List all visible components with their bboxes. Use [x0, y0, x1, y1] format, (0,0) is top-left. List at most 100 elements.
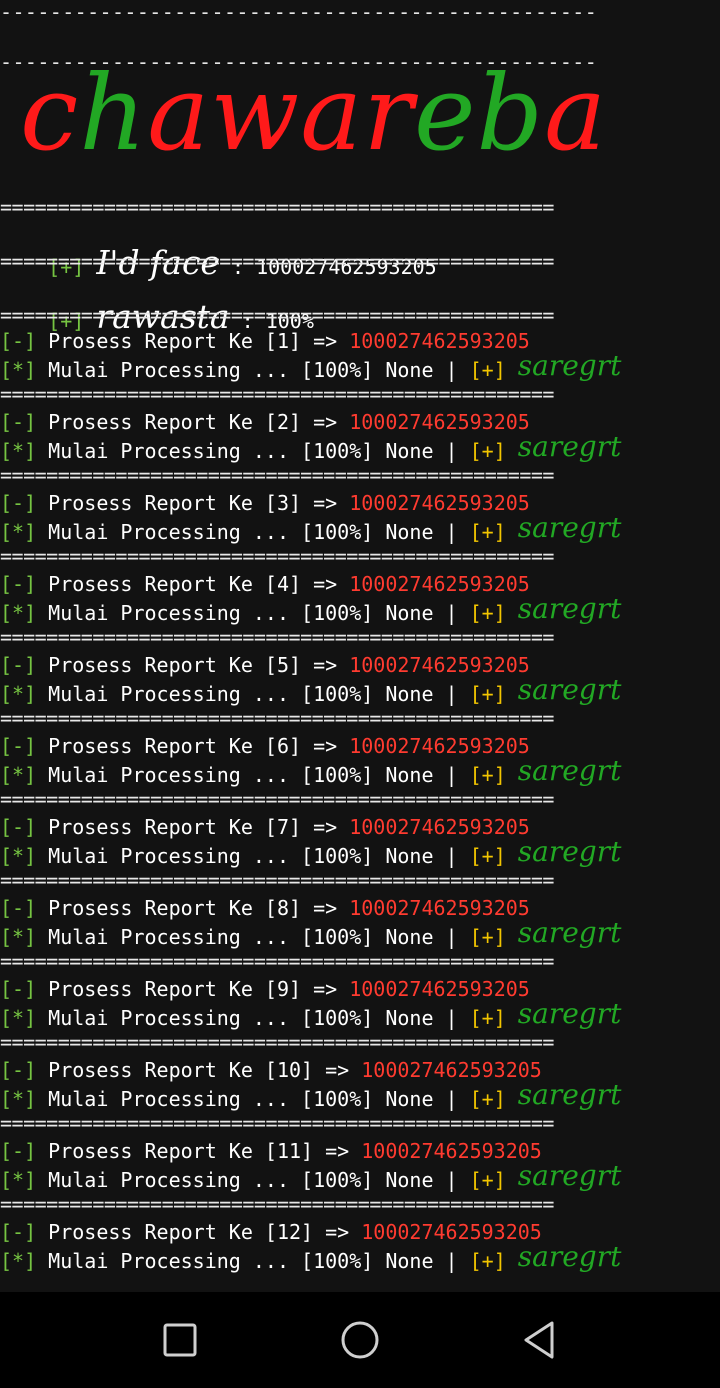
status-text: Mulai Processing ... [100%] None | — [36, 682, 470, 706]
ascii-banner: chawareba — [20, 58, 607, 168]
report-status-line: [*] Mulai Processing ... [100%] None | [… — [0, 595, 621, 626]
signature-text: saregrt — [517, 835, 622, 868]
report-status-line: [*] Mulai Processing ... [100%] None | [… — [0, 433, 621, 464]
status-prefix: [*] — [0, 1249, 37, 1273]
report-target-id: 100027462593205 — [349, 977, 530, 1001]
status-prefix: [*] — [0, 925, 37, 949]
status-prefix: [*] — [0, 1168, 37, 1192]
report-prefix: [-] — [0, 977, 37, 1001]
report-target-id: 100027462593205 — [349, 491, 530, 515]
equals-separator: ========================================… — [0, 954, 554, 968]
equals-separator: ========================================… — [0, 792, 554, 806]
status-plus: [+] — [469, 439, 506, 463]
status-text: Mulai Processing ... [100%] None | — [36, 1249, 470, 1273]
status-plus: [+] — [469, 601, 506, 625]
status-prefix: [*] — [0, 601, 37, 625]
report-text: Prosess Report Ke [3] => — [36, 491, 350, 515]
report-prefix: [-] — [0, 815, 37, 839]
report-target-id: 100027462593205 — [349, 734, 530, 758]
report-target-id: 100027462593205 — [361, 1220, 542, 1244]
report-process-line: [-] Prosess Report Ke [9] => 10002746259… — [0, 977, 530, 1001]
report-text: Prosess Report Ke [2] => — [36, 410, 350, 434]
report-process-line: [-] Prosess Report Ke [2] => 10002746259… — [0, 410, 530, 434]
report-status-line: [*] Mulai Processing ... [100%] None | [… — [0, 1162, 621, 1193]
status-plus: [+] — [469, 358, 506, 382]
signature-text: saregrt — [517, 673, 622, 706]
dash-separator: ----------------------------------------… — [0, 0, 598, 24]
report-process-line: [-] Prosess Report Ke [4] => 10002746259… — [0, 572, 530, 596]
signature-text: saregrt — [517, 592, 622, 625]
report-text: Prosess Report Ke [7] => — [36, 815, 350, 839]
report-prefix: [-] — [0, 896, 37, 920]
report-text: Prosess Report Ke [6] => — [36, 734, 350, 758]
status-text: Mulai Processing ... [100%] None | — [36, 439, 470, 463]
back-button[interactable] — [514, 1314, 566, 1366]
equals-separator: ========================================… — [0, 308, 554, 322]
signature-text: saregrt — [517, 1078, 622, 1111]
status-text: Mulai Processing ... [100%] None | — [36, 763, 470, 787]
report-process-line: [-] Prosess Report Ke [5] => 10002746259… — [0, 653, 530, 677]
report-target-id: 100027462593205 — [349, 896, 530, 920]
report-prefix: [-] — [0, 653, 37, 677]
circle-icon — [341, 1321, 379, 1359]
status-text: Mulai Processing ... [100%] None | — [36, 358, 470, 382]
status-prefix: [*] — [0, 844, 37, 868]
report-text: Prosess Report Ke [1] => — [36, 329, 350, 353]
report-text: Prosess Report Ke [11] => — [36, 1139, 362, 1163]
android-navigation-bar — [0, 1292, 720, 1388]
equals-separator: ========================================… — [0, 200, 554, 214]
signature-text: saregrt — [517, 1159, 622, 1192]
report-status-line: [*] Mulai Processing ... [100%] None | [… — [0, 352, 621, 383]
report-prefix: [-] — [0, 1139, 37, 1163]
banner-part: awar — [147, 52, 414, 174]
recents-button[interactable] — [154, 1314, 206, 1366]
report-process-line: [-] Prosess Report Ke [12] => 1000274625… — [0, 1220, 542, 1244]
equals-separator: ========================================… — [0, 387, 554, 401]
status-plus: [+] — [469, 763, 506, 787]
report-target-id: 100027462593205 — [361, 1058, 542, 1082]
report-status-line: [*] Mulai Processing ... [100%] None | [… — [0, 514, 621, 545]
report-process-line: [-] Prosess Report Ke [6] => 10002746259… — [0, 734, 530, 758]
status-plus: [+] — [469, 1006, 506, 1030]
home-button[interactable] — [334, 1314, 386, 1366]
report-process-line: [-] Prosess Report Ke [10] => 1000274625… — [0, 1058, 542, 1082]
report-prefix: [-] — [0, 572, 37, 596]
status-plus: [+] — [469, 520, 506, 544]
signature-text: saregrt — [517, 916, 622, 949]
report-text: Prosess Report Ke [9] => — [36, 977, 350, 1001]
equals-separator: ========================================… — [0, 630, 554, 644]
status-text: Mulai Processing ... [100%] None | — [36, 925, 470, 949]
report-text: Prosess Report Ke [12] => — [36, 1220, 362, 1244]
status-text: Mulai Processing ... [100%] None | — [36, 1087, 470, 1111]
report-target-id: 100027462593205 — [349, 653, 530, 677]
status-prefix: [*] — [0, 1087, 37, 1111]
banner-part: a — [544, 52, 608, 174]
report-process-line: [-] Prosess Report Ke [3] => 10002746259… — [0, 491, 530, 515]
status-text: Mulai Processing ... [100%] None | — [36, 520, 470, 544]
signature-text: saregrt — [517, 349, 622, 382]
status-plus: [+] — [469, 682, 506, 706]
equals-separator: ========================================… — [0, 468, 554, 482]
report-prefix: [-] — [0, 491, 37, 515]
status-prefix: [*] — [0, 520, 37, 544]
status-prefix: [*] — [0, 358, 37, 382]
report-text: Prosess Report Ke [5] => — [36, 653, 350, 677]
report-target-id: 100027462593205 — [349, 572, 530, 596]
report-prefix: [-] — [0, 1058, 37, 1082]
report-text: Prosess Report Ke [10] => — [36, 1058, 362, 1082]
report-text: Prosess Report Ke [4] => — [36, 572, 350, 596]
report-process-line: [-] Prosess Report Ke [11] => 1000274625… — [0, 1139, 542, 1163]
banner-part: eb — [413, 52, 545, 174]
status-plus: [+] — [469, 1087, 506, 1111]
status-text: Mulai Processing ... [100%] None | — [36, 1006, 470, 1030]
report-status-line: [*] Mulai Processing ... [100%] None | [… — [0, 1000, 621, 1031]
equals-separator: ========================================… — [0, 711, 554, 725]
report-text: Prosess Report Ke [8] => — [36, 896, 350, 920]
status-text: Mulai Processing ... [100%] None | — [36, 844, 470, 868]
report-prefix: [-] — [0, 1220, 37, 1244]
status-plus: [+] — [469, 1249, 506, 1273]
signature-text: saregrt — [517, 430, 622, 463]
signature-text: saregrt — [517, 997, 622, 1030]
terminal-output: ----------------------------------------… — [0, 0, 720, 1292]
equals-separator: ========================================… — [0, 873, 554, 887]
